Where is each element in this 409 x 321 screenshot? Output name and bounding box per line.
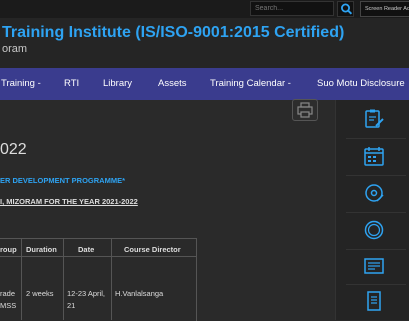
screen-reader-access-button[interactable]: Screen Reader Access (360, 1, 409, 17)
nav-item-training-calendar[interactable]: Training Calendar - (210, 68, 291, 100)
top-bar: Screen Reader Access (0, 0, 409, 18)
table-header-date: Date (78, 245, 95, 254)
table-cell-duration: 2 weeks (26, 289, 54, 298)
table-divider (21, 238, 22, 320)
table-cell-group: MSS (0, 301, 17, 310)
sidebar-divider (346, 175, 406, 176)
newspaper-icon[interactable] (363, 255, 385, 277)
programme-subtitle: I, MIZORAM FOR THE YEAR 2021-2022 (0, 197, 138, 206)
table-header-course-director: Course Director (124, 245, 181, 254)
circle-icon[interactable] (363, 219, 385, 241)
table-cell-director: H.Vanlalsanga (115, 289, 164, 298)
print-button[interactable] (292, 99, 318, 121)
disc-icon[interactable] (363, 182, 385, 204)
sidebar-divider (346, 138, 406, 139)
clipboard-edit-icon[interactable] (363, 108, 385, 130)
nav-item-library[interactable]: Library (103, 68, 132, 100)
nav-item-rti[interactable]: RTI (64, 68, 79, 100)
nav-item-suo-motu-disclosure[interactable]: Suo Motu Disclosure (317, 68, 405, 100)
table-cell-group: rade (0, 289, 16, 298)
search-icon (341, 3, 353, 15)
calendar-icon[interactable] (363, 145, 385, 167)
search-input[interactable] (250, 1, 334, 16)
site-subtitle: oram (2, 43, 28, 55)
table-header-group: roup (0, 245, 17, 254)
main-nav: Training - RTI Library Assets Training C… (0, 68, 409, 100)
table-cell-date: 21 (67, 301, 76, 310)
table-header-duration: Duration (26, 245, 57, 254)
right-sidebar (335, 100, 409, 320)
table-header-divider (0, 256, 196, 257)
site-title[interactable]: Training Institute (IS/ISO-9001:2015 Cer… (2, 24, 344, 42)
page-heading: 022 (0, 141, 27, 158)
table-cell-date: 12-23 April, (67, 289, 105, 298)
table-divider (111, 238, 112, 320)
print-icon (297, 102, 313, 118)
programme-title: ER DEVELOPMENT PROGRAMME* (0, 176, 126, 185)
search-button[interactable] (337, 1, 354, 17)
sidebar-divider (346, 212, 406, 213)
table-divider (63, 238, 64, 320)
sidebar-divider (346, 284, 406, 285)
nav-item-assets[interactable]: Assets (158, 68, 187, 100)
sidebar-divider (346, 249, 406, 250)
document-icon[interactable] (363, 290, 385, 312)
nav-item-training[interactable]: Training - (1, 68, 41, 100)
